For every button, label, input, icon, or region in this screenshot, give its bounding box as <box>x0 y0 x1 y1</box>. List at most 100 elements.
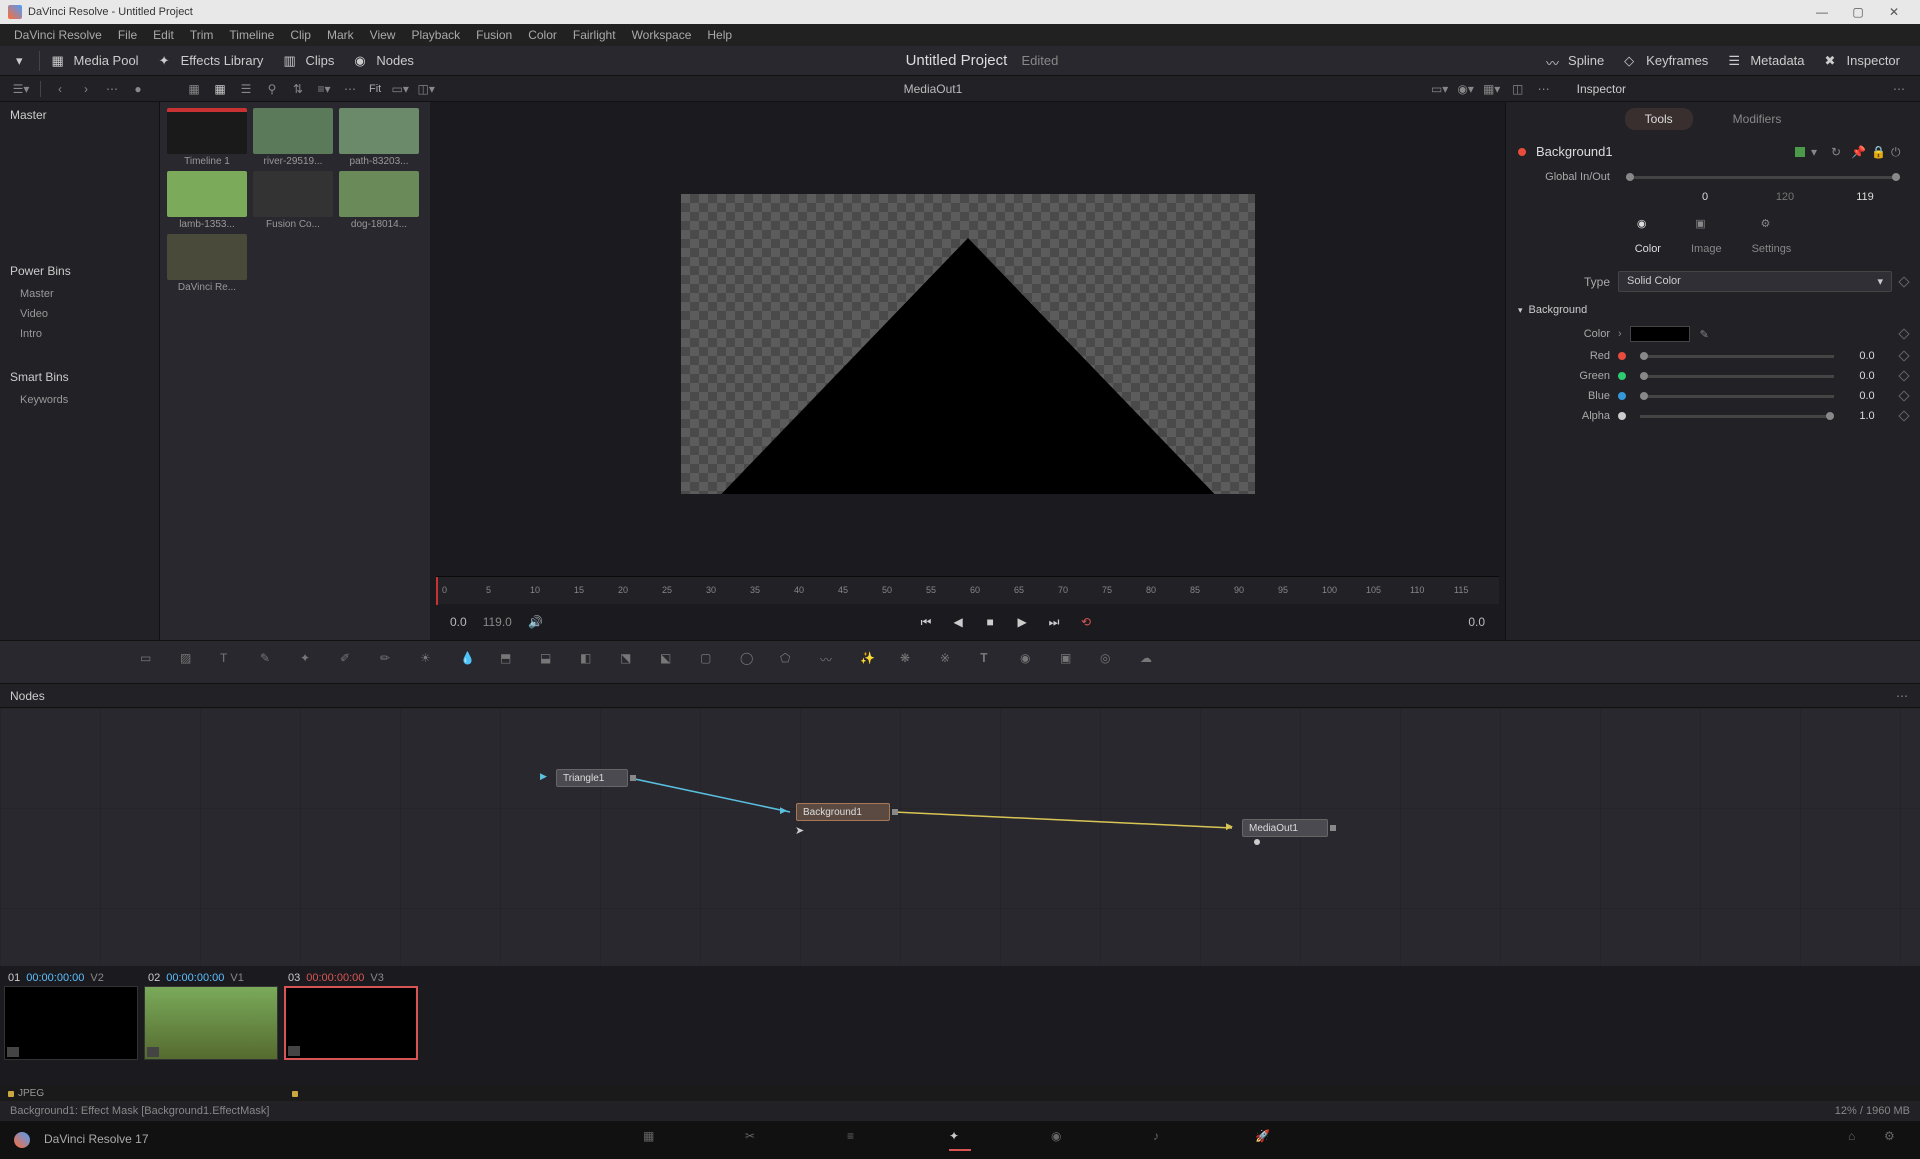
search-icon[interactable]: ⚲ <box>263 80 281 98</box>
node-triangle[interactable]: Triangle1 <box>556 769 628 787</box>
tool-prender-icon[interactable]: ※ <box>940 651 962 673</box>
tool-resize-icon[interactable]: ⬔ <box>620 651 642 673</box>
tool-tracker-icon[interactable]: ✦ <box>300 651 322 673</box>
clip-0[interactable]: Timeline 1 <box>166 108 248 167</box>
clip-3[interactable]: lamb-1353... <box>166 171 248 230</box>
tool-ellipse-icon[interactable]: ◯ <box>740 651 762 673</box>
pin-icon[interactable]: 📌 <box>1851 145 1865 159</box>
lock-icon[interactable]: 🔒 <box>1871 145 1885 159</box>
menu-help[interactable]: Help <box>699 28 740 42</box>
prev-frame-icon[interactable]: ◀ <box>948 612 968 632</box>
color-swatch[interactable] <box>1630 326 1690 342</box>
record-icon[interactable]: ● <box>129 80 147 98</box>
reset-icon[interactable]: ↻ <box>1831 145 1845 159</box>
nav-fwd-icon[interactable]: › <box>77 80 95 98</box>
tool-camera-icon[interactable]: ◎ <box>1100 651 1122 673</box>
menu-timeline[interactable]: Timeline <box>221 28 282 42</box>
bin-intro[interactable]: Intro <box>0 324 159 344</box>
color-expand-icon[interactable]: › <box>1618 328 1622 340</box>
tool-light-icon[interactable]: ☀ <box>420 651 442 673</box>
alpha-slider[interactable] <box>1640 415 1834 418</box>
tool-brush-icon[interactable]: ✐ <box>340 651 362 673</box>
tool-text-icon[interactable]: T <box>220 651 242 673</box>
speaker-icon[interactable]: 🔊 <box>526 612 546 632</box>
tool-xf-icon[interactable]: ⬓ <box>540 651 562 673</box>
node-background[interactable]: Background1 <box>796 803 890 821</box>
fit-dropdown[interactable]: Fit <box>369 83 381 95</box>
clip-4[interactable]: Fusion Co... <box>252 171 334 230</box>
opts-icon[interactable]: ⋯ <box>341 80 359 98</box>
red-keyframe[interactable] <box>1898 350 1909 361</box>
menu-trim[interactable]: Trim <box>182 28 222 42</box>
tab-modifiers[interactable]: Modifiers <box>1713 108 1802 130</box>
page-cut-icon[interactable]: ✂ <box>745 1129 767 1151</box>
node-graph[interactable]: ▶ Triangle1 ▶ Background1 ➤ ▶ MediaOut1 <box>0 708 1920 966</box>
view-a-icon[interactable]: ▭▾ <box>1431 80 1449 98</box>
blue-keyframe[interactable] <box>1898 390 1909 401</box>
more-icon[interactable]: ⋯ <box>103 80 121 98</box>
dropdown-button[interactable]: ▾ <box>8 49 31 73</box>
tool-particles-icon[interactable]: ❋ <box>900 651 922 673</box>
timeline-clip-03[interactable]: 0300:00:00:00V3 <box>284 970 418 1060</box>
grid-icon[interactable]: ▦▾ <box>1483 80 1501 98</box>
alpha-value[interactable]: 1.0 <box>1842 410 1892 422</box>
alpha-keyframe[interactable] <box>1898 410 1909 421</box>
blue-slider[interactable] <box>1640 395 1834 398</box>
inspector-button[interactable]: ✖Inspector <box>1817 49 1908 73</box>
loop-icon[interactable]: ⟲ <box>1076 612 1096 632</box>
list-view-icon[interactable]: ▦ <box>185 80 203 98</box>
minimize-button[interactable]: — <box>1804 2 1840 22</box>
tool-poly-icon[interactable]: ⬠ <box>780 651 802 673</box>
clip-2[interactable]: path-83203... <box>338 108 420 167</box>
layout1-icon[interactable]: ▭▾ <box>391 80 409 98</box>
list2-view-icon[interactable]: ☰ <box>237 80 255 98</box>
home-icon[interactable]: ⌂ <box>1848 1129 1870 1151</box>
timeline-clip-01[interactable]: 0100:00:00:00V2 <box>4 970 138 1060</box>
clip-5[interactable]: dog-18014... <box>338 171 420 230</box>
page-media-icon[interactable]: ▦ <box>643 1129 665 1151</box>
close-button[interactable]: ✕ <box>1876 2 1912 22</box>
play-icon[interactable]: ▶ <box>1012 612 1032 632</box>
tab-tools[interactable]: Tools <box>1625 108 1693 130</box>
tool-merge-icon[interactable]: ⬒ <box>500 651 522 673</box>
inspector-opts-icon[interactable]: ⋯ <box>1890 80 1908 98</box>
tool-pencil-icon[interactable]: ✏ <box>380 651 402 673</box>
keywords-item[interactable]: Keywords <box>0 390 159 410</box>
node-mediaout-out[interactable] <box>1330 825 1336 831</box>
page-fairlight-icon[interactable]: ♪ <box>1153 1129 1175 1151</box>
global-out[interactable]: 119 <box>1840 191 1890 203</box>
type-keyframe[interactable] <box>1898 276 1909 287</box>
tool-shape3d-icon[interactable]: ◉ <box>1020 651 1042 673</box>
filter-icon[interactable]: ≡▾ <box>315 80 333 98</box>
viewport[interactable] <box>430 102 1505 576</box>
playhead-marker[interactable] <box>436 577 438 605</box>
view-opts-icon[interactable]: ⋯ <box>1535 80 1553 98</box>
green-value[interactable]: 0.0 <box>1842 370 1892 382</box>
channels-icon[interactable]: ◉▾ <box>1457 80 1475 98</box>
maximize-button[interactable]: ▢ <box>1840 2 1876 22</box>
nodes-button[interactable]: ◉Nodes <box>346 49 422 73</box>
menu-view[interactable]: View <box>362 28 404 42</box>
tool-matte-icon[interactable]: ◧ <box>580 651 602 673</box>
green-keyframe[interactable] <box>1898 370 1909 381</box>
mode-image[interactable]: ▣Image <box>1691 217 1722 255</box>
menu-clip[interactable]: Clip <box>282 28 319 42</box>
tool-3dtext-icon[interactable]: 𝐓 <box>980 651 1002 673</box>
menu-mark[interactable]: Mark <box>319 28 362 42</box>
tool-paint-icon[interactable]: ✎ <box>260 651 282 673</box>
tool-bg-icon[interactable]: ▭ <box>140 651 162 673</box>
menu-fusion[interactable]: Fusion <box>468 28 520 42</box>
sort-icon[interactable]: ⇅ <box>289 80 307 98</box>
color-keyframe[interactable] <box>1898 328 1909 339</box>
menu-playback[interactable]: Playback <box>403 28 468 42</box>
menu-workspace[interactable]: Workspace <box>624 28 700 42</box>
clip-6[interactable]: DaVinci Re... <box>166 234 248 293</box>
smartbins-header[interactable]: Smart Bins <box>0 364 159 390</box>
layout2-icon[interactable]: ◫▾ <box>417 80 435 98</box>
last-frame-icon[interactable]: ⏭ <box>1044 612 1064 632</box>
node-mediaout[interactable]: MediaOut1 <box>1242 819 1328 837</box>
mediaout-view-dot[interactable] <box>1254 839 1260 845</box>
tool-fastnoise-icon[interactable]: ▨ <box>180 651 202 673</box>
background-section[interactable]: ▾Background <box>1506 298 1920 322</box>
metadata-button[interactable]: ☰Metadata <box>1720 49 1812 73</box>
